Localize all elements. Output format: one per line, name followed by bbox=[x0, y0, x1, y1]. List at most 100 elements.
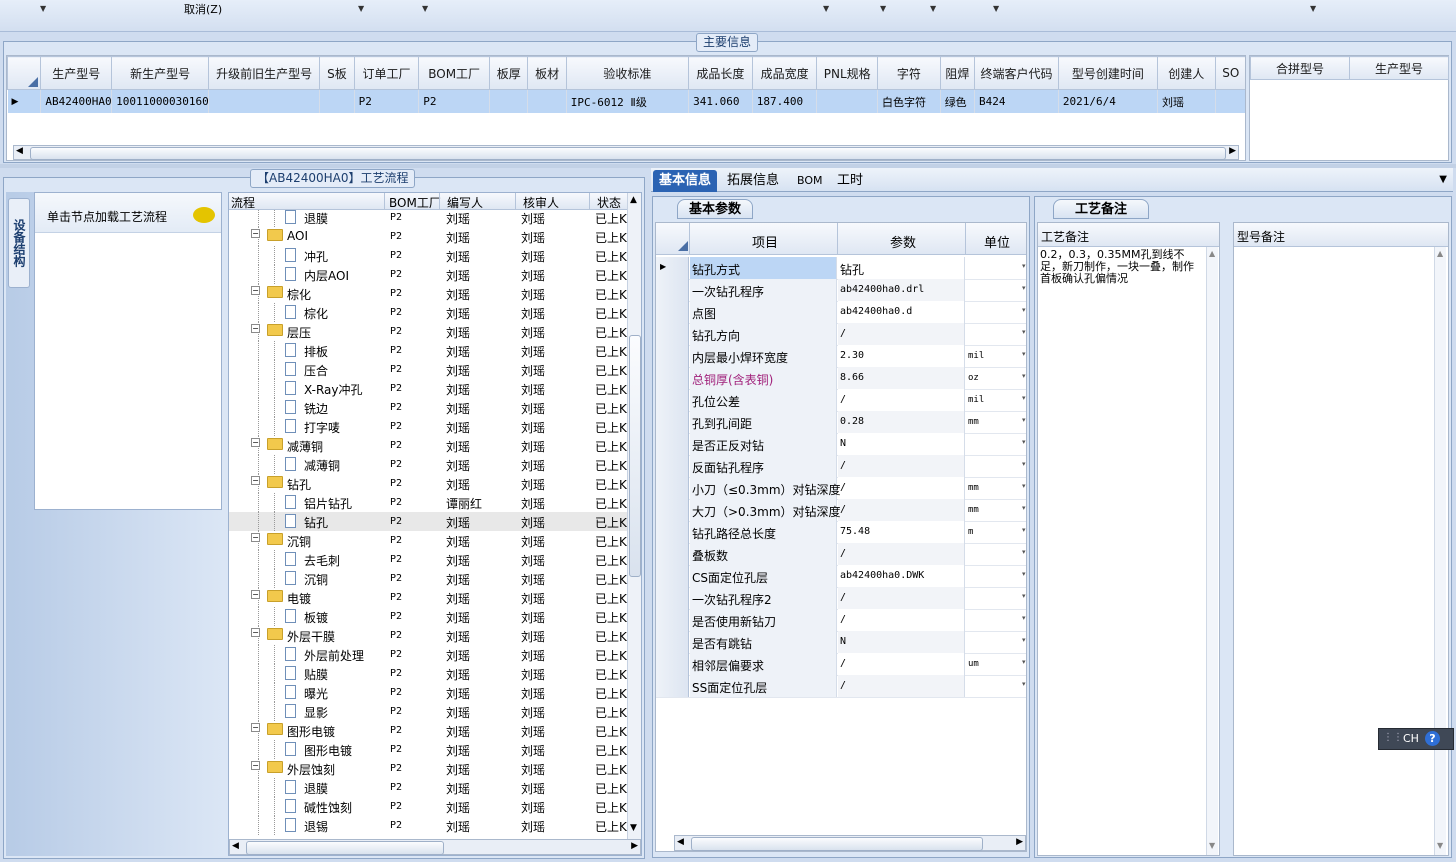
params-hscroll[interactable]: ◀ ▶ bbox=[674, 835, 1026, 851]
tree-row[interactable]: X-Ray冲孔 P2 刘瑶 刘瑶 已上K bbox=[229, 379, 627, 398]
scroll-right-icon[interactable]: ▶ bbox=[631, 841, 638, 851]
dropdown-arrow-icon[interactable]: ▾ bbox=[1022, 306, 1026, 314]
param-row[interactable]: 反面钻孔程序 / ▾ bbox=[656, 455, 1026, 478]
dropdown-arrow-icon[interactable]: ▾ bbox=[1022, 636, 1026, 644]
remark-vscroll[interactable]: ▲ ▼ bbox=[1206, 247, 1218, 855]
param-value[interactable]: ab42400ha0.drl bbox=[840, 284, 924, 295]
merge-col-header[interactable]: 生产型号 bbox=[1349, 56, 1449, 80]
scroll-down-icon[interactable]: ▼ bbox=[1437, 841, 1443, 850]
scroll-thumb[interactable] bbox=[691, 837, 983, 851]
dropdown-arrow-icon[interactable]: ▾ bbox=[1022, 438, 1026, 446]
tree-row[interactable]: − 减薄铜 P2 刘瑶 刘瑶 已上K bbox=[229, 436, 627, 455]
collapse-icon[interactable]: − bbox=[251, 229, 260, 238]
tree-row[interactable]: 退膜 P2 刘瑶 刘瑶 已上K bbox=[229, 210, 627, 227]
collapse-icon[interactable]: − bbox=[251, 590, 260, 599]
dropdown-arrow-icon[interactable]: ▾ bbox=[1022, 526, 1026, 534]
tree-row[interactable]: 铝片钻孔 P2 谭丽红 刘瑶 已上K bbox=[229, 493, 627, 512]
col-header[interactable]: 升级前旧生产型号 bbox=[208, 56, 321, 90]
dropdown-arrow-icon[interactable]: ▼ bbox=[40, 4, 46, 13]
tree-row[interactable]: 退膜 P2 刘瑶 刘瑶 已上K bbox=[229, 778, 627, 797]
cell[interactable] bbox=[1215, 89, 1245, 113]
param-row[interactable]: SS面定位孔层 / ▾ bbox=[656, 675, 1026, 698]
dropdown-arrow-icon[interactable]: ▼ bbox=[880, 4, 886, 13]
tree-row[interactable]: − 电镀 P2 刘瑶 刘瑶 已上K bbox=[229, 588, 627, 607]
scroll-left-icon[interactable]: ◀ bbox=[677, 837, 684, 847]
col-header[interactable]: SO bbox=[1214, 56, 1245, 90]
param-row[interactable]: 内层最小焊环宽度 2.30 mil ▾ bbox=[656, 345, 1026, 368]
scroll-down-icon[interactable]: ▼ bbox=[1209, 841, 1215, 850]
param-value[interactable]: / bbox=[840, 482, 846, 493]
param-unit[interactable]: oz bbox=[968, 373, 979, 383]
scroll-up-icon[interactable]: ▲ bbox=[1437, 249, 1443, 258]
param-value[interactable]: ab42400ha0.d bbox=[840, 306, 912, 317]
dropdown-arrow-icon[interactable]: ▾ bbox=[1022, 570, 1026, 578]
col-header[interactable]: PNL规格 bbox=[816, 56, 879, 90]
dropdown-arrow-icon[interactable]: ▾ bbox=[1022, 482, 1026, 490]
param-value[interactable]: 2.30 bbox=[840, 350, 864, 361]
param-value[interactable]: 0.28 bbox=[840, 416, 864, 427]
cell[interactable]: B424 bbox=[974, 89, 1059, 113]
col-header[interactable]: 成品长度 bbox=[688, 56, 753, 90]
cell[interactable]: 187.400 bbox=[752, 89, 818, 113]
cell[interactable]: IPC-6012 Ⅱ级 bbox=[566, 89, 690, 113]
col-header-bom[interactable]: BOM工厂 bbox=[389, 194, 441, 211]
cell[interactable]: 绿色 bbox=[940, 89, 976, 113]
param-value[interactable]: / bbox=[840, 592, 846, 603]
col-header[interactable]: 生产型号 bbox=[40, 56, 113, 90]
scroll-right-icon[interactable]: ▶ bbox=[1016, 837, 1023, 847]
param-unit[interactable]: m bbox=[968, 527, 973, 537]
collapse-icon[interactable]: − bbox=[251, 286, 260, 295]
cell[interactable]: P2 bbox=[354, 89, 420, 113]
param-value[interactable]: / bbox=[840, 504, 846, 515]
param-unit[interactable]: mil bbox=[968, 395, 984, 405]
param-value[interactable]: / bbox=[840, 394, 846, 405]
scroll-thumb[interactable] bbox=[246, 841, 444, 855]
collapse-icon[interactable]: − bbox=[251, 761, 260, 770]
param-value[interactable]: ab42400ha0.DWK bbox=[840, 570, 924, 581]
scroll-up-icon[interactable]: ▲ bbox=[1209, 249, 1215, 258]
tree-row[interactable]: 显影 P2 刘瑶 刘瑶 已上K bbox=[229, 702, 627, 721]
cell[interactable]: 341.060 bbox=[688, 89, 753, 113]
dropdown-arrow-icon[interactable]: ▾ bbox=[1022, 460, 1026, 468]
tab-basic-info[interactable]: 基本信息 bbox=[653, 170, 718, 192]
collapse-icon[interactable]: − bbox=[251, 324, 260, 333]
col-header-reviewer[interactable]: 核审人 bbox=[523, 194, 559, 211]
dropdown-arrow-icon[interactable]: ▾ bbox=[1022, 658, 1026, 666]
cell[interactable] bbox=[319, 89, 355, 113]
dropdown-arrow-icon[interactable]: ▾ bbox=[1022, 328, 1026, 336]
load-hint-bar[interactable]: 单击节点加载工艺流程 bbox=[35, 193, 221, 233]
col-header-unit[interactable]: 单位 bbox=[984, 232, 1010, 251]
dropdown-arrow-icon[interactable]: ▾ bbox=[1022, 350, 1026, 358]
param-row[interactable]: 是否有跳钻 N ▾ bbox=[656, 631, 1026, 654]
tree-row[interactable]: 压合 P2 刘瑶 刘瑶 已上K bbox=[229, 360, 627, 379]
tree-row[interactable]: 减薄铜 P2 刘瑶 刘瑶 已上K bbox=[229, 455, 627, 474]
param-value[interactable]: 8.66 bbox=[840, 372, 864, 383]
param-value[interactable]: N bbox=[840, 438, 846, 449]
tree-row[interactable]: − 外层干膜 P2 刘瑶 刘瑶 已上K bbox=[229, 626, 627, 645]
param-row[interactable]: 总铜厚(含表铜) 8.66 oz ▾ bbox=[656, 367, 1026, 390]
param-value[interactable]: 钻孔 bbox=[840, 261, 864, 278]
col-header[interactable]: 板厚 bbox=[489, 56, 529, 90]
param-row[interactable]: 一次钻孔程序2 / ▾ bbox=[656, 587, 1026, 610]
param-unit[interactable]: mm bbox=[968, 417, 979, 427]
collapse-icon[interactable]: − bbox=[251, 628, 260, 637]
tree-row[interactable]: 图形电镀 P2 刘瑶 刘瑶 已上K bbox=[229, 740, 627, 759]
collapse-icon[interactable]: − bbox=[251, 533, 260, 542]
tree-row[interactable]: − 外层蚀刻 P2 刘瑶 刘瑶 已上K bbox=[229, 759, 627, 778]
cancel-button[interactable]: 取消(Z) bbox=[184, 1, 222, 17]
dropdown-arrow-icon[interactable]: ▾ bbox=[1022, 394, 1026, 402]
col-header[interactable]: 型号创建时间 bbox=[1057, 56, 1158, 90]
param-value[interactable]: / bbox=[840, 328, 846, 339]
col-header[interactable]: 新生产型号 bbox=[111, 56, 210, 90]
col-header-status[interactable]: 状态 bbox=[597, 194, 621, 211]
dropdown-arrow-icon[interactable]: ▾ bbox=[1022, 504, 1026, 512]
collapse-icon[interactable]: − bbox=[251, 476, 260, 485]
tree-row[interactable]: − 棕化 P2 刘瑶 刘瑶 已上K bbox=[229, 284, 627, 303]
param-row[interactable]: CS面定位孔层 ab42400ha0.DWK ▾ bbox=[656, 565, 1026, 588]
tree-row[interactable]: − 沉铜 P2 刘瑶 刘瑶 已上K bbox=[229, 531, 627, 550]
tab-bom[interactable]: BOM bbox=[791, 170, 829, 192]
tree-row[interactable]: 打字唛 P2 刘瑶 刘瑶 已上K bbox=[229, 417, 627, 436]
tab-equipment-structure[interactable]: 设备结构 bbox=[8, 198, 30, 288]
collapse-icon[interactable]: − bbox=[251, 438, 260, 447]
process-vscroll[interactable]: ▲ ▼ bbox=[627, 193, 641, 839]
